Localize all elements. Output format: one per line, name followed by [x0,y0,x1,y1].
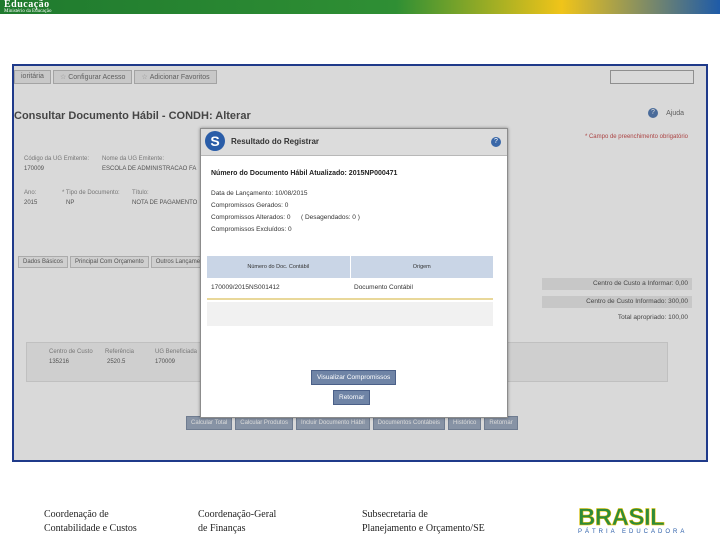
compromissos-gerados: Compromissos Gerados: 0 [211,202,289,209]
footer-coordenacao-geral: Coordenação-Geral de Finanças [198,508,276,536]
desagendados: ( Desagendados: 0 ) [301,214,360,221]
dialog-header: S Resultado do Registrar ? [201,129,507,156]
compromissos-excluidos: Compromissos Excluídos: 0 [211,226,292,233]
education-logo: Educação Ministério da Educação [4,0,100,14]
cell-origem: Documento Contábil [354,284,413,291]
data-lancamento: Data de Lançamento: 10/08/2015 [211,190,308,197]
table-header-row: Número do Doc. Contábil Origem [207,256,493,278]
footer-text: Coordenação-Geral [198,509,277,520]
brasil-patria-educadora-logo: BRASIL PÁTRIA EDUCADORA [578,504,698,540]
table-row[interactable]: 170009/2015NS001412 Documento Contábil [207,278,493,300]
siafi-logo-icon: S [205,131,225,151]
app-screenshot-frame: ioritária ☆ Configurar Acesso ☆ Adicionar … [12,64,708,462]
footer-subsecretaria: Subsecretaria de Planejamento e Orçament… [362,508,485,536]
documentos-contabeis-table: Número do Doc. Contábil Origem 170009/20… [207,256,493,300]
visualizar-compromissos-button[interactable]: Visualizar Compromissos [311,370,397,385]
brand-word: BRASIL [578,504,665,531]
table-footer-area [207,302,493,326]
logo-subtitle: Ministério da Educação [4,9,52,14]
footer-coordenacao-contabilidade: Coordenação de Contabilidade e Custos [44,508,137,536]
footer-text: Contabilidade e Custos [44,523,137,534]
footer-text: de Finanças [198,523,246,534]
col-origem: Origem [412,264,431,270]
footer-text: Coordenação de [44,509,109,520]
resultado-registrar-dialog: S Resultado do Registrar ? Número do Doc… [200,128,508,418]
dialog-title: Resultado do Registrar [231,137,320,146]
brand-subtitle: PÁTRIA EDUCADORA [578,529,688,535]
slide-header-bar: Educação Ministério da Educação [0,0,720,14]
help-icon[interactable]: ? [491,137,501,147]
retornar-button[interactable]: Retornar [333,390,371,405]
cell-numero-doc: 170009/2015NS001412 [211,284,280,291]
footer-text: Planejamento e Orçamento/SE [362,523,485,534]
footer-text: Subsecretaria de [362,509,428,520]
compromissos-alterados: Compromissos Alterados: 0 [211,214,291,221]
col-numero-doc-contabil: Número do Doc. Contábil [247,264,310,270]
numero-documento-atualizado: Número do Documento Hábil Atualizado: 20… [211,170,398,177]
